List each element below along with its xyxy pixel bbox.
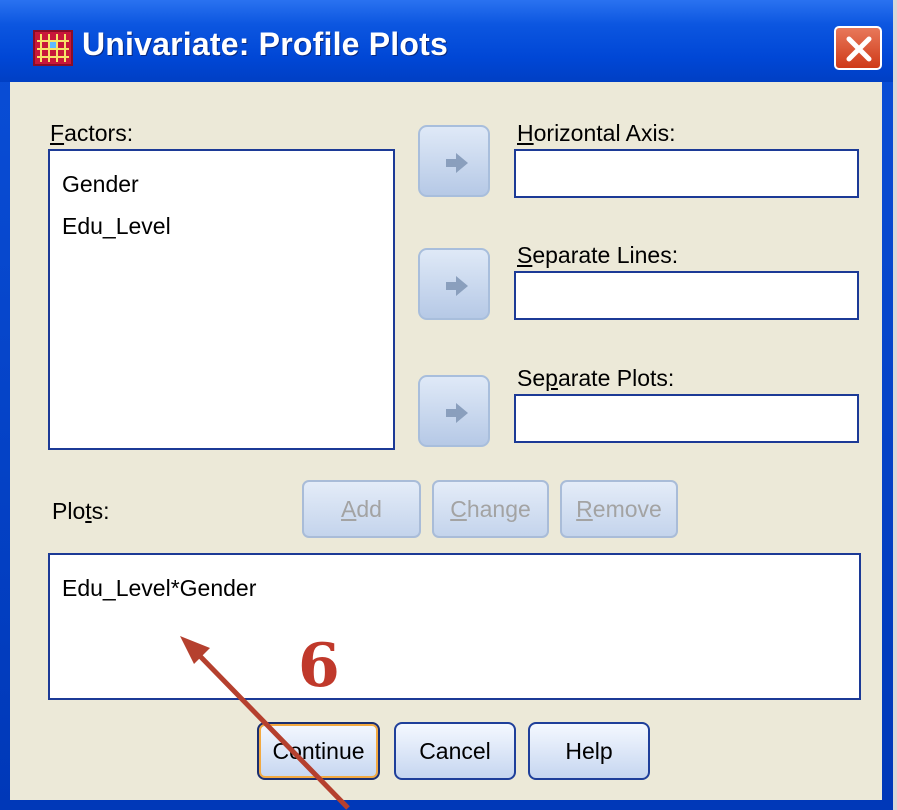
continue-button[interactable]: Continue: [257, 722, 380, 780]
separate-lines-label: Separate Lines:: [517, 242, 679, 268]
factors-label: Factors:: [50, 120, 134, 146]
separate-lines-field[interactable]: [514, 271, 859, 320]
cancel-button[interactable]: Cancel: [394, 722, 516, 780]
plot-item[interactable]: Edu_Level*Gender: [62, 575, 256, 602]
remove-button[interactable]: Remove: [560, 480, 678, 538]
close-button[interactable]: [834, 26, 882, 70]
help-button[interactable]: Help: [528, 722, 650, 780]
title-bar[interactable]: Univariate: Profile Plots: [0, 0, 893, 82]
factors-label-rest: actors:: [64, 120, 134, 146]
add-button[interactable]: Add: [302, 480, 421, 538]
close-icon: [846, 36, 872, 62]
horizontal-axis-label: Horizontal Axis:: [517, 120, 676, 146]
move-to-separate-lines-button[interactable]: [418, 248, 490, 320]
right-arrow-icon: [446, 403, 468, 423]
annotation-step-number: 6: [298, 631, 340, 701]
factor-item-gender[interactable]: Gender: [62, 171, 139, 198]
factors-listbox[interactable]: Gender Edu_Level: [48, 149, 395, 450]
move-to-horizontal-axis-button[interactable]: [418, 125, 490, 197]
plots-label: Plots:: [52, 498, 110, 524]
right-arrow-icon: [446, 153, 468, 173]
factor-item-edu-level[interactable]: Edu_Level: [62, 213, 171, 240]
horizontal-axis-field[interactable]: [514, 149, 859, 198]
spss-grid-icon: [33, 30, 73, 66]
change-button[interactable]: Change: [432, 480, 549, 538]
plots-listbox[interactable]: Edu_Level*Gender: [48, 553, 861, 700]
move-to-separate-plots-button[interactable]: [418, 375, 490, 447]
separate-plots-label: Separate Plots:: [517, 365, 675, 391]
window-title: Univariate: Profile Plots: [82, 26, 448, 62]
right-arrow-icon: [446, 276, 468, 296]
separate-plots-field[interactable]: [514, 394, 859, 443]
